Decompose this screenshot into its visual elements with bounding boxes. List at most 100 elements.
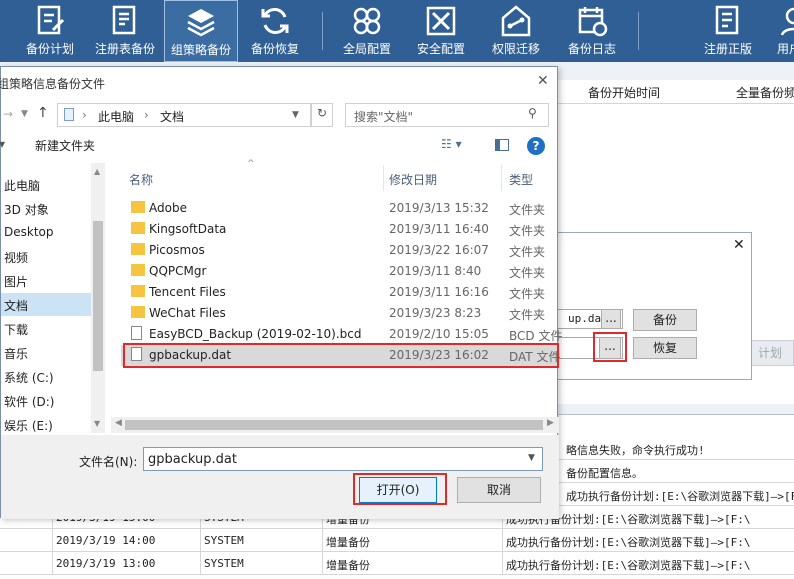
folder-icon xyxy=(131,264,145,276)
layers-icon xyxy=(187,9,215,37)
toolbar-permission-migration-button[interactable]: 权限迁移 xyxy=(486,0,546,62)
file-row[interactable]: WeChat Files 2019/3/23 8:23 文件夹 xyxy=(121,303,559,324)
dialog-title: 组策略信息备份文件 xyxy=(0,77,106,91)
toolbar-register-button[interactable]: 注册正版 xyxy=(698,0,758,62)
chevron-down-icon[interactable]: ▼ xyxy=(292,110,299,120)
organize-chevron[interactable]: ▾ xyxy=(0,137,5,151)
highlight-open-button xyxy=(353,473,447,505)
breadcrumb-separator: › xyxy=(144,108,149,122)
toolbar-separator xyxy=(638,12,639,50)
column-divider xyxy=(383,165,384,191)
file-icon xyxy=(131,326,142,340)
filename-label: 文件名(N): xyxy=(79,455,138,469)
new-folder-button[interactable]: 新建文件夹 xyxy=(35,137,95,154)
share-icon xyxy=(501,5,531,37)
scroll-down-icon[interactable]: ▼ xyxy=(94,419,100,428)
main-toolbar: 备份计划 注册表备份 组策略备份 备份恢复 全局配置 安全配置 权限迁移 备份日… xyxy=(0,0,794,62)
nav-item[interactable]: Desktop xyxy=(1,221,91,244)
toolbar-backup-plan-button[interactable]: 备份计划 xyxy=(20,0,80,62)
scroll-left-icon[interactable]: ◀ xyxy=(115,418,122,428)
toolbar-global-config-button[interactable]: 全局配置 xyxy=(338,0,396,62)
log-row: 2019/3/19 14:00 SYSTEM 增量备份 成功执行备份计划:[E:… xyxy=(0,529,794,552)
toolbar-label: 安全配置 xyxy=(416,42,465,56)
close-icon[interactable]: ✕ xyxy=(537,73,549,89)
breadcrumb-item[interactable]: 文档 xyxy=(160,108,184,125)
scroll-up-icon[interactable]: ▲ xyxy=(94,167,100,176)
toolbar-security-config-button[interactable]: 安全配置 xyxy=(412,0,470,62)
toolbar-backup-restore-button[interactable]: 备份恢复 xyxy=(244,0,306,62)
registry-doc-icon xyxy=(112,5,136,35)
nav-item[interactable]: 下载 xyxy=(1,317,91,340)
refresh-icon xyxy=(261,8,289,34)
toolbar-label: 注册表备份 xyxy=(94,42,155,56)
horizontal-scrollbar[interactable]: ◀ ▶ xyxy=(111,417,559,433)
search-icon: ⚲ xyxy=(528,106,537,120)
tools-icon xyxy=(426,6,456,36)
refresh-button[interactable]: ↻ xyxy=(311,103,333,127)
nav-item[interactable]: 软件 (D:) xyxy=(1,389,91,412)
up-arrow-icon[interactable]: ↑ xyxy=(37,105,49,121)
close-icon[interactable]: ✕ xyxy=(733,237,745,253)
log-time: 2019/3/19 13:00 xyxy=(56,557,156,570)
back-arrow-icon[interactable]: → xyxy=(3,107,13,121)
nav-item[interactable]: 3D 对象 xyxy=(1,197,91,220)
log-message: 成功执行备份计划:[E:\谷歌浏览器下载]—>[F:\ xyxy=(566,490,794,503)
nav-item[interactable]: 此电脑 xyxy=(1,173,91,196)
plan-button[interactable]: 计划 xyxy=(746,340,794,366)
backup-button[interactable]: 备份 xyxy=(633,309,697,331)
user-icon xyxy=(780,7,794,36)
file-row[interactable]: QQPCMgr 2019/3/11 8:40 文件夹 xyxy=(121,261,559,282)
toolbar-group-policy-backup-button[interactable]: 组策略备份 xyxy=(164,0,238,62)
log-type: 增量备份 xyxy=(326,536,370,549)
nav-item-selected[interactable]: 文档 xyxy=(1,293,91,316)
address-bar[interactable]: › 此电脑 › 文档 ▼ xyxy=(57,103,311,127)
toolbar-user-button[interactable]: 用户 xyxy=(772,0,794,62)
nav-item[interactable]: 娱乐 (E:) xyxy=(1,413,91,436)
folder-icon xyxy=(131,243,145,255)
grid-icon xyxy=(353,7,381,35)
log-row: 2019/3/19 13:00 SYSTEM 增量备份 成功执行备份计划:[E:… xyxy=(0,552,794,575)
toolbar-registry-backup-button[interactable]: 注册表备份 xyxy=(90,0,160,62)
log-type: 增量备份 xyxy=(326,559,370,572)
scroll-right-icon[interactable]: ▶ xyxy=(547,418,554,428)
file-open-dialog: 组策略信息备份文件 ✕ → ▼ ↑ › 此电脑 › 文档 ▼ ↻ 搜索"文档" … xyxy=(0,66,562,519)
file-row[interactable]: KingsoftData 2019/3/11 16:40 文件夹 xyxy=(121,219,559,240)
calendar-icon xyxy=(578,7,608,37)
log-message: 略信息失败，命令执行成功! xyxy=(566,444,705,457)
column-header: 备份开始时间 xyxy=(588,86,661,100)
folder-icon xyxy=(131,222,145,234)
column-type-header[interactable]: 类型 xyxy=(509,171,533,188)
toolbar-separator xyxy=(322,12,323,50)
file-row[interactable]: Adobe 2019/3/13 15:32 文件夹 xyxy=(121,198,559,219)
toolbar-backup-log-button[interactable]: 备份日志 xyxy=(562,0,622,62)
nav-item[interactable]: 视频 xyxy=(1,245,91,268)
search-input[interactable]: 搜索"文档" ⚲ xyxy=(345,103,549,127)
nav-item[interactable]: 图片 xyxy=(1,269,91,292)
toolbar-label: 注册正版 xyxy=(703,42,752,56)
toolbar-label: 全局配置 xyxy=(342,42,391,56)
column-date-header[interactable]: 修改日期 xyxy=(389,171,437,188)
cancel-button[interactable]: 取消 xyxy=(457,477,541,503)
log-message: 备份配置信息。 xyxy=(566,467,643,480)
log-time: 2019/3/19 14:00 xyxy=(56,534,156,547)
restore-dialog: ✕ up.dat ... 备份 ... 恢复 xyxy=(556,232,752,380)
file-row[interactable]: Tencent Files 2019/3/11 16:16 文件夹 xyxy=(121,282,559,303)
view-options-icon[interactable]: ☷ ▾ xyxy=(441,137,462,151)
preview-pane-icon[interactable] xyxy=(495,139,509,151)
column-name-header[interactable]: 名称 xyxy=(129,171,153,188)
nav-item[interactable]: 系统 (C:) xyxy=(1,365,91,388)
browse-button[interactable]: ... xyxy=(601,309,621,329)
help-icon[interactable]: ? xyxy=(527,137,545,155)
chevron-down-icon[interactable]: ▼ xyxy=(21,109,28,119)
nav-item[interactable]: 音乐 xyxy=(1,341,91,364)
nav-scrollbar[interactable]: ▲ ▼ xyxy=(91,163,105,433)
breadcrumb-item[interactable]: 此电脑 xyxy=(98,108,134,125)
file-row[interactable]: EasyBCD_Backup (2019-02-10).bcd 2019/2/10… xyxy=(121,324,562,345)
scroll-thumb[interactable] xyxy=(125,420,543,430)
chevron-down-icon[interactable]: ▼ xyxy=(528,453,535,463)
scroll-thumb[interactable] xyxy=(93,221,103,371)
file-row[interactable]: Picosmos 2019/3/22 16:07 文件夹 xyxy=(121,240,559,261)
restore-button[interactable]: 恢复 xyxy=(633,337,697,359)
folder-icon xyxy=(131,285,145,297)
filename-input[interactable]: gpbackup.dat ▼ xyxy=(143,447,543,471)
